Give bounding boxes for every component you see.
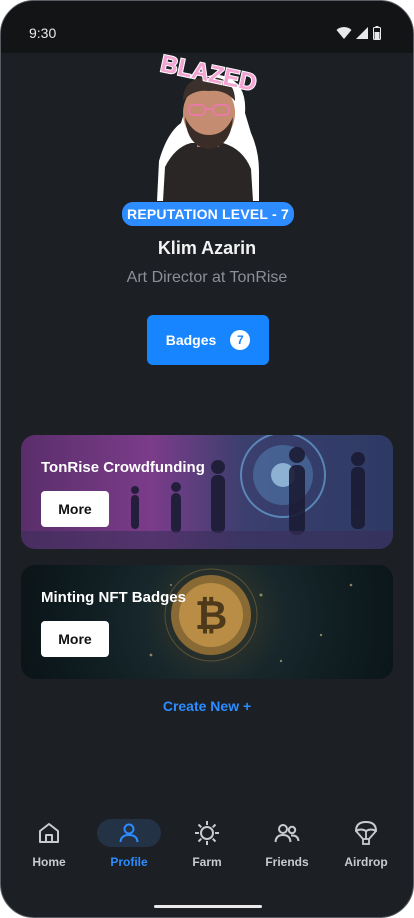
signal-icon	[356, 26, 368, 39]
create-new-link[interactable]: Create New +	[1, 698, 413, 714]
nav-label: Friends	[265, 855, 309, 869]
badges-count: 7	[230, 330, 251, 350]
nav-item-airdrop[interactable]: Airdrop	[328, 819, 404, 879]
wifi-icon	[336, 26, 352, 39]
nav-label: Farm	[192, 855, 222, 869]
nav-label: Airdrop	[344, 855, 388, 869]
card-title: TonRise Crowdfunding	[41, 459, 205, 476]
nav-label: Home	[32, 855, 66, 869]
status-icons	[336, 26, 381, 40]
nav-item-friends[interactable]: Friends	[249, 819, 325, 879]
person-icon	[115, 819, 143, 847]
profile-name: Klim Azarin	[157, 238, 257, 258]
battery-icon	[373, 26, 381, 40]
badges-button[interactable]: Badges 7	[147, 315, 269, 365]
status-bar: 9:30	[1, 1, 413, 53]
minting-card[interactable]: ₿ Minting NFT Badges More	[21, 565, 393, 679]
more-button[interactable]: More	[41, 621, 109, 657]
card-title: Minting NFT Badges	[41, 589, 186, 606]
friends-icon	[273, 819, 301, 847]
profile-avatar[interactable]: BLAZED	[147, 49, 267, 201]
home-icon	[35, 819, 63, 847]
phone-frame: 9:30 BLAZED REPUTATION LEVEL - 7 Klim Az…	[0, 0, 414, 918]
bottom-nav: Home Profile Farm Friends Airdrop	[1, 803, 413, 893]
nav-label: Profile	[110, 855, 148, 869]
nav-item-farm[interactable]: Farm	[169, 819, 245, 879]
parachute-icon	[352, 819, 380, 847]
badges-label: Badges	[165, 332, 217, 348]
nav-item-home[interactable]: Home	[11, 819, 87, 879]
status-time: 9:30	[29, 25, 57, 41]
svg-text:₿: ₿	[195, 594, 228, 638]
crowdfunding-card[interactable]: TonRise Crowdfunding More	[21, 435, 393, 549]
home-indicator	[154, 905, 262, 908]
profile-title: Art Director at TonRise	[126, 269, 288, 286]
more-button[interactable]: More	[41, 491, 109, 527]
sun-icon	[193, 819, 221, 847]
reputation-badge: REPUTATION LEVEL - 7	[121, 201, 295, 227]
nav-item-profile[interactable]: Profile	[91, 819, 167, 879]
